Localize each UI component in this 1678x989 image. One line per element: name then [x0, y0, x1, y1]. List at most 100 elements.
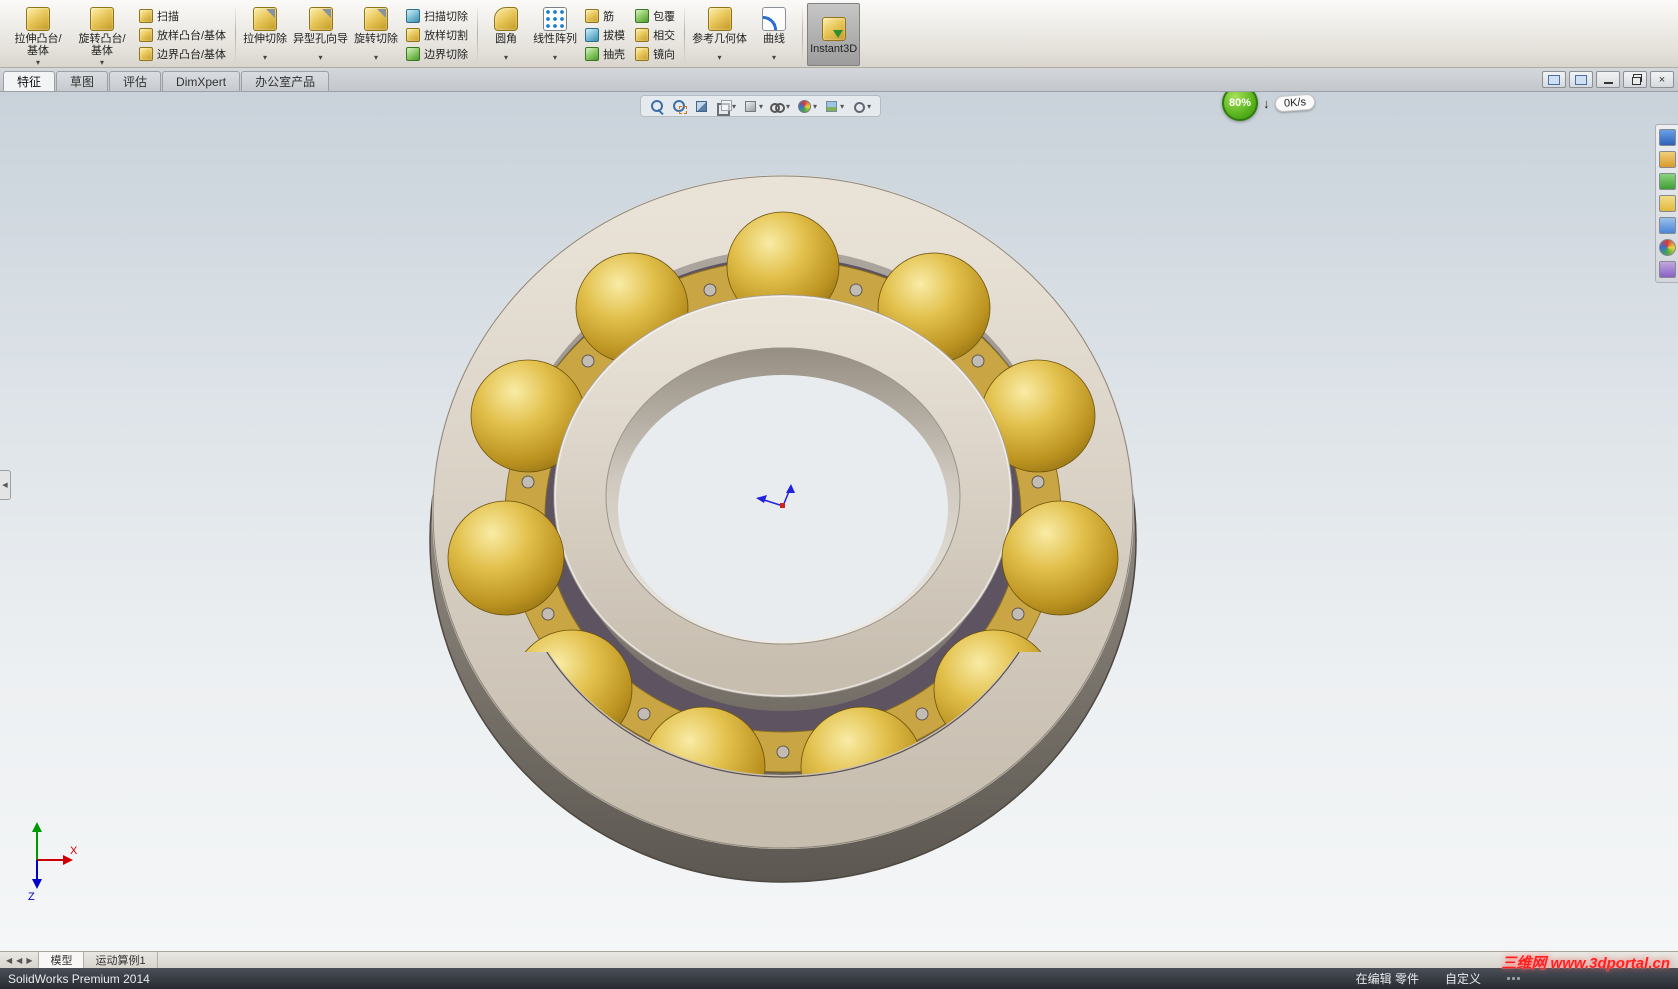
tab-office-products[interactable]: 办公室产品	[241, 71, 330, 91]
swept-boss-button[interactable]: 扫描	[135, 7, 230, 25]
cage-rivet	[581, 354, 595, 368]
model-tab-bar: ◀ ◀ ▶ 模型 运动算例1	[0, 951, 1678, 968]
feature-manager-collapse-handle[interactable]: ◀	[0, 470, 11, 500]
lofted-cut-button[interactable]: 放样切割	[402, 26, 472, 44]
task-pane-resources-icon[interactable]	[1658, 129, 1676, 146]
ribbon-separator	[477, 5, 479, 64]
model-tab[interactable]: 模型	[39, 952, 85, 968]
task-pane-file-explorer-icon[interactable]	[1658, 173, 1676, 190]
shell-button[interactable]: 抽壳	[581, 45, 629, 63]
lofted-boss-button[interactable]: 放样凸台/基体	[135, 26, 230, 44]
revolved-boss-button[interactable]: 旋转凸台/基体 ▾	[70, 3, 134, 67]
extruded-boss-icon	[26, 7, 50, 31]
rib-button[interactable]: 筋	[581, 7, 629, 25]
boss-small-stack: 扫描 放样凸台/基体 边界凸台/基体	[135, 3, 230, 66]
bearing-model-scene[interactable]: X Z	[0, 92, 1678, 951]
tab-evaluate-label: 评估	[123, 75, 148, 89]
zoom-fit-button[interactable]	[648, 98, 667, 115]
window-restore-button[interactable]	[1623, 71, 1647, 88]
revolved-cut-button[interactable]: 旋转切除 ▾	[351, 3, 401, 66]
curves-label: 曲线	[763, 33, 786, 45]
extruded-cut-button[interactable]: 拉伸切除 ▾	[240, 3, 290, 66]
apply-scene-button[interactable]: ▾	[822, 98, 846, 115]
resize-grip-icon	[1507, 977, 1520, 980]
fillet-label: 圆角	[495, 33, 518, 45]
motion-study-tab[interactable]: 运动算例1	[84, 952, 158, 968]
view-settings-button[interactable]: ▾	[849, 98, 873, 115]
tab-sketch[interactable]: 草图	[56, 71, 109, 91]
dropdown-caret-icon: ▾	[374, 53, 379, 62]
intersect-button[interactable]: 相交	[631, 26, 679, 44]
swept-cut-icon	[406, 8, 421, 23]
motion-study-tab-label: 运动算例1	[95, 955, 146, 967]
revolved-boss-label: 旋转凸台/基体	[78, 33, 126, 57]
bearing-ball[interactable]	[1001, 500, 1119, 616]
ribbon-group-pattern: 圆角 ▾ 线性阵列 ▾ 筋 拔模 抽壳 包覆 相交 镜向	[480, 2, 682, 67]
lofted-cut-label: 放样切割	[424, 29, 469, 42]
lofted-cut-icon	[406, 27, 421, 42]
ribbon-separator	[235, 5, 237, 64]
graphics-viewport[interactable]: X Z ▾ ▾ ▾ ▾ ▾ ▾ ◀ 80% ↓ 0K/s	[0, 92, 1678, 951]
cage-rivet	[1031, 475, 1045, 489]
task-pane-design-library-icon[interactable]	[1658, 151, 1676, 168]
model-tabs-scroll-left-icon[interactable]: ◀	[16, 956, 22, 965]
mirror-icon	[635, 46, 650, 61]
ribbon-group-reference: 参考几何体 ▾ 曲线 ▾	[687, 2, 800, 67]
window-close-button[interactable]: ×	[1650, 71, 1674, 88]
cage-rivet	[521, 475, 535, 489]
app-version-label: SolidWorks Premium 2014	[8, 971, 150, 986]
task-pane-custom-properties-icon[interactable]	[1658, 261, 1676, 278]
bearing-ball[interactable]	[447, 500, 565, 616]
extruded-boss-button[interactable]: 拉伸凸台/基体 ▾	[6, 3, 70, 67]
zoom-area-icon	[672, 99, 687, 114]
model-tabs-scroll-right-icon[interactable]: ▶	[26, 956, 32, 965]
dropdown-caret-icon: ▾	[504, 53, 509, 62]
extruded-cut-icon	[253, 7, 278, 31]
section-view-button[interactable]	[692, 98, 711, 115]
tab-evaluate[interactable]: 评估	[109, 71, 162, 91]
cage-rivet	[776, 745, 790, 759]
zoom-area-button[interactable]	[670, 98, 689, 115]
network-speed-label: 0K/s	[1273, 93, 1316, 113]
window-minimize-button[interactable]	[1596, 71, 1620, 88]
swept-boss-label: 扫描	[157, 10, 179, 23]
boundary-cut-button[interactable]: 边界切除	[402, 45, 472, 63]
task-pane-view-palette-icon[interactable]	[1658, 195, 1676, 212]
swept-cut-button[interactable]: 扫描切除	[402, 7, 472, 25]
display-style-button[interactable]: ▾	[741, 98, 765, 115]
zoom-fit-icon	[650, 99, 665, 114]
mirror-button[interactable]: 镜向	[631, 45, 679, 63]
dropdown-caret-icon: ▾	[813, 101, 818, 111]
edit-appearance-icon	[797, 99, 812, 114]
tab-features-label: 特征	[17, 75, 42, 89]
wrap-button[interactable]: 包覆	[631, 7, 679, 25]
pane-toggle-icon[interactable]	[1542, 71, 1566, 88]
model-tabs-scroll-start-icon[interactable]: ◀	[6, 956, 12, 965]
task-pane-scenes-icon[interactable]	[1658, 239, 1676, 256]
reference-geometry-label: 参考几何体	[692, 33, 748, 45]
fillet-icon	[494, 7, 519, 31]
tab-dimxpert[interactable]: DimXpert	[162, 71, 241, 91]
instant3d-icon	[821, 17, 846, 41]
model-tab-nav: ◀ ◀ ▶	[0, 952, 40, 968]
instant3d-button[interactable]: Instant3D	[807, 3, 861, 66]
draft-button[interactable]: 拔模	[581, 26, 629, 44]
boundary-boss-button[interactable]: 边界凸台/基体	[135, 45, 230, 63]
view-orientation-button[interactable]: ▾	[714, 98, 738, 116]
edit-appearance-button[interactable]: ▾	[795, 98, 819, 115]
pane-split-icon[interactable]	[1569, 71, 1593, 88]
reference-geometry-button[interactable]: 参考几何体 ▾	[689, 3, 750, 66]
cage-rivet	[971, 354, 985, 368]
customize-label[interactable]: 自定义	[1445, 970, 1481, 987]
curves-button[interactable]: 曲线 ▾	[750, 3, 798, 66]
pattern-small-stack-1: 筋 拔模 抽壳	[581, 3, 629, 66]
view-orientation-icon	[716, 99, 732, 116]
hole-wizard-button[interactable]: 异型孔向导 ▾	[290, 3, 351, 66]
fillet-button[interactable]: 圆角 ▾	[482, 3, 530, 66]
network-percent-badge[interactable]: 80%	[1222, 92, 1258, 121]
hole-wizard-icon	[308, 7, 333, 31]
linear-pattern-button[interactable]: 线性阵列 ▾	[530, 3, 580, 66]
tab-features[interactable]: 特征	[3, 71, 56, 91]
task-pane-appearances-icon[interactable]	[1658, 217, 1676, 234]
hide-show-items-button[interactable]: ▾	[768, 98, 792, 115]
